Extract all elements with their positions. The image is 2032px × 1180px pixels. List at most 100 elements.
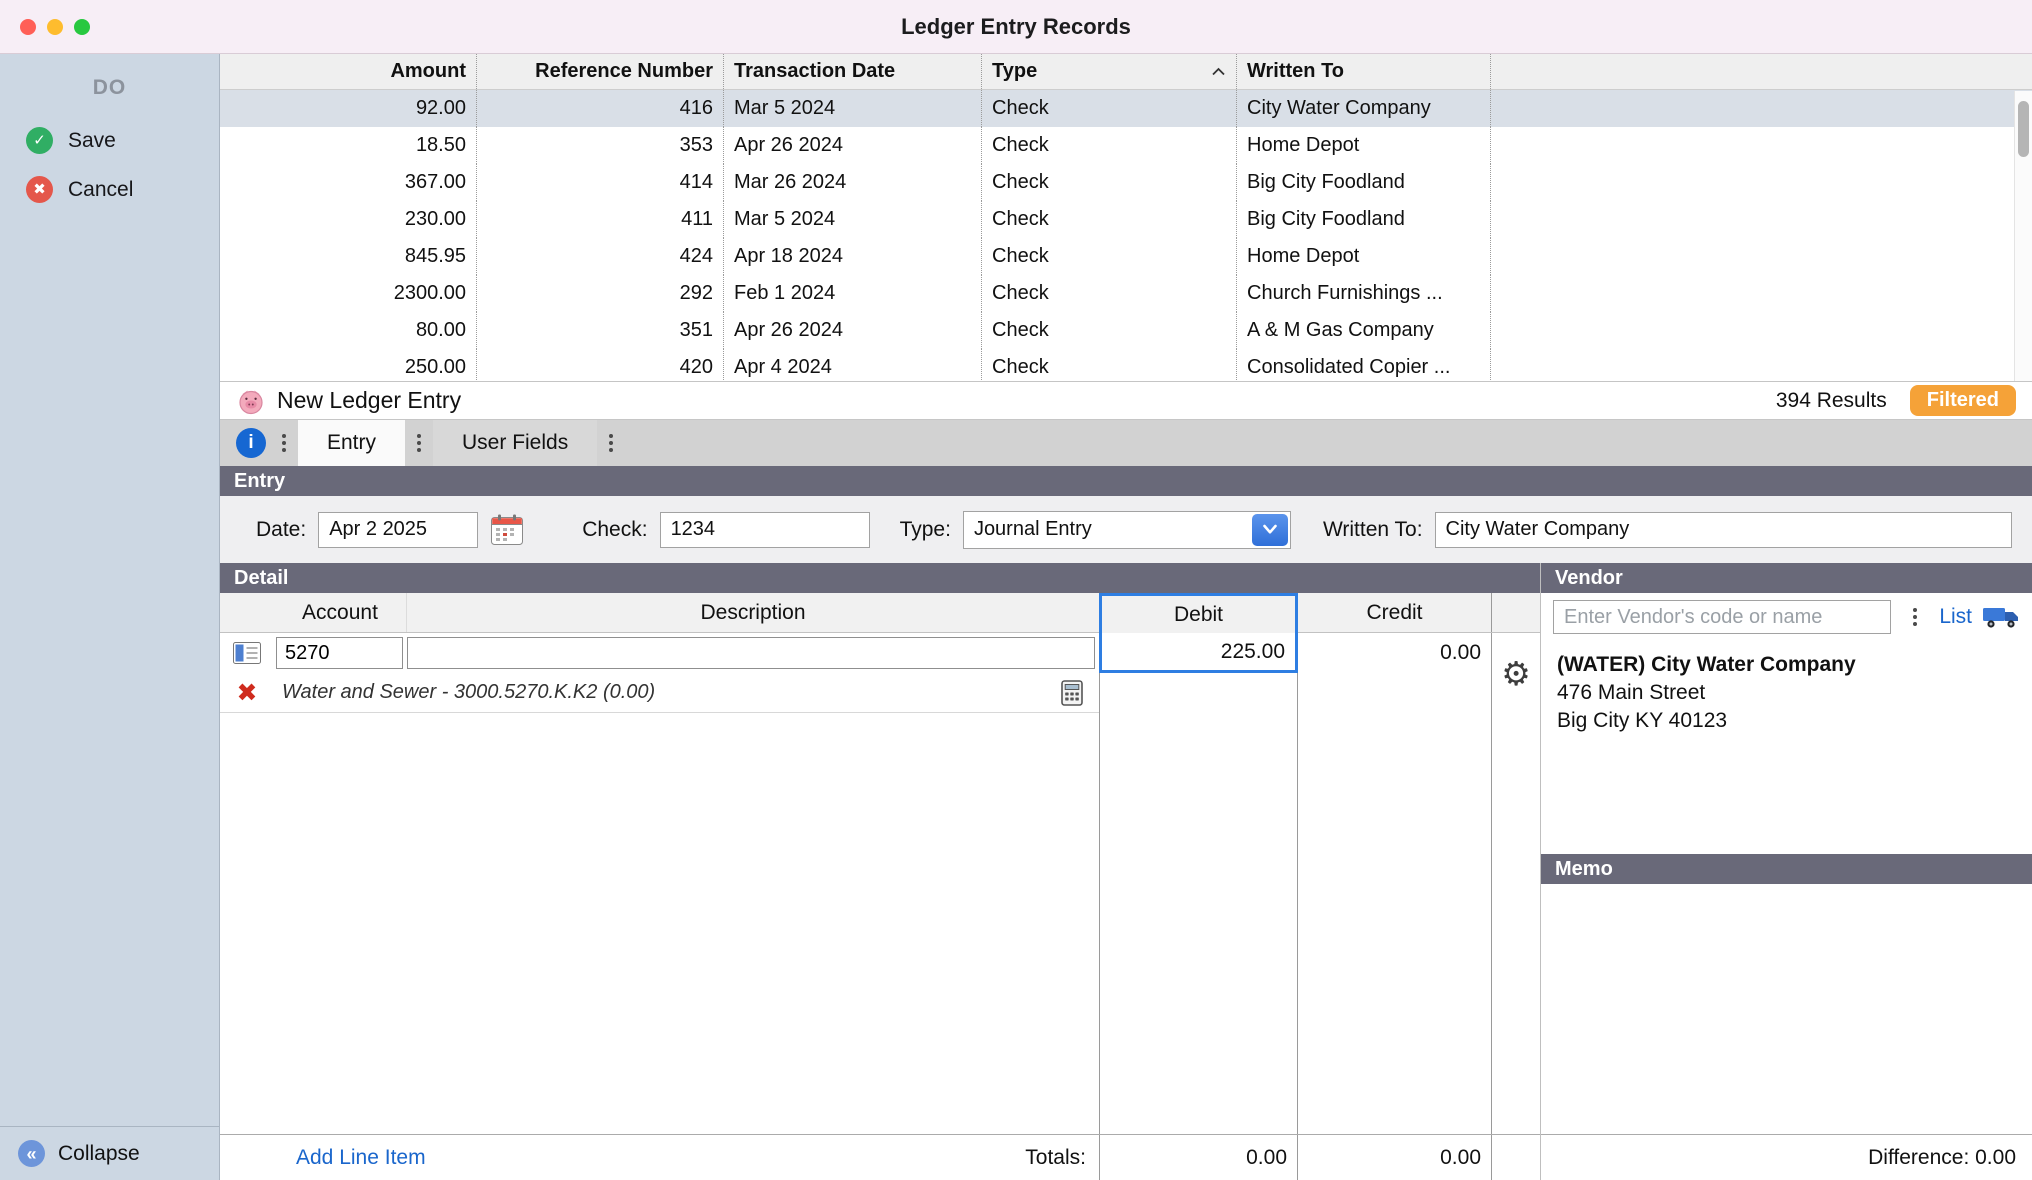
cancel-button-label: Cancel [68, 178, 133, 202]
sidebar-header: DO [0, 76, 219, 100]
cell-written-to: Home Depot [1237, 238, 1491, 275]
save-button[interactable]: ✓ Save [0, 116, 219, 165]
tab-entry[interactable]: Entry [298, 420, 405, 466]
cell-written-to: A & M Gas Company [1237, 312, 1491, 349]
account-input[interactable] [276, 637, 403, 669]
type-dropdown-value: Journal Entry [964, 518, 1250, 541]
page-title: New Ledger Entry [277, 387, 461, 414]
cell-date: Apr 18 2024 [724, 238, 982, 275]
cell-reference: 353 [477, 127, 724, 164]
cell-type: Check [982, 201, 1237, 238]
cell-date: Mar 5 2024 [724, 201, 982, 238]
sidebar: DO ✓ Save ✖ Cancel « Collapse [0, 54, 220, 1180]
menu-dots-icon[interactable] [1901, 593, 1929, 641]
calendar-icon[interactable] [486, 509, 528, 551]
table-row[interactable]: 80.00 351 Apr 26 2024 Check A & M Gas Co… [220, 312, 2032, 349]
menu-dots-icon[interactable] [597, 420, 625, 466]
window-controls [20, 0, 90, 53]
entry-form: Date: [220, 496, 2032, 563]
collapse-button[interactable]: « Collapse [0, 1126, 219, 1180]
table-row[interactable]: 230.00 411 Mar 5 2024 Check Big City Foo… [220, 201, 2032, 238]
column-header-type[interactable]: Type [982, 54, 1237, 89]
vendor-info: (WATER) City Water Company 476 Main Stre… [1541, 641, 2032, 735]
scrollbar-thumb[interactable] [2018, 101, 2029, 157]
memo-input[interactable] [1541, 884, 2032, 1134]
table-row[interactable]: 18.50 353 Apr 26 2024 Check Home Depot [220, 127, 2032, 164]
table-row[interactable]: 845.95 424 Apr 18 2024 Check Home Depot [220, 238, 2032, 275]
credit-total: 0.00 [1298, 1135, 1492, 1180]
cell-type: Check [982, 238, 1237, 275]
filtered-badge[interactable]: Filtered [1910, 385, 2016, 416]
delete-line-icon[interactable]: ✖ [220, 673, 274, 713]
detail-column-description[interactable]: Description [407, 593, 1099, 632]
menu-dots-icon[interactable] [270, 420, 298, 466]
vendor-address-line2: Big City KY 40123 [1557, 707, 2016, 735]
info-icon[interactable]: i [236, 428, 266, 458]
detail-section-header: Detail [220, 563, 1540, 593]
cancel-button[interactable]: ✖ Cancel [0, 165, 219, 214]
vendor-list-link[interactable]: List [1939, 605, 1972, 629]
journal-entry-icon[interactable] [233, 642, 261, 664]
scrollbar-track[interactable] [2014, 91, 2032, 381]
cell-reference: 420 [477, 349, 724, 382]
vendor-address-line1: 476 Main Street [1557, 679, 2016, 707]
gear-icon[interactable]: ⚙ [1492, 633, 1540, 713]
type-label: Type: [900, 518, 951, 542]
table-row[interactable]: 2300.00 292 Feb 1 2024 Check Church Furn… [220, 275, 2032, 312]
description-input[interactable] [407, 637, 1095, 669]
vendor-search-input[interactable] [1553, 600, 1891, 634]
add-line-item-button[interactable]: Add Line Item [296, 1146, 426, 1170]
cell-type: Check [982, 349, 1237, 382]
debit-cell-empty[interactable] [1099, 673, 1298, 713]
credit-cell-empty[interactable] [1298, 673, 1492, 713]
cell-reference: 416 [477, 90, 724, 127]
vendor-panel: Vendor List [1540, 563, 2032, 1180]
cell-type: Check [982, 164, 1237, 201]
titlebar: Ledger Entry Records [0, 0, 2032, 54]
table-row[interactable]: 250.00 420 Apr 4 2024 Check Consolidated… [220, 349, 2032, 382]
detail-column-account[interactable]: Account [274, 593, 407, 632]
detail-column-credit[interactable]: Credit [1298, 593, 1492, 632]
check-number-input[interactable] [660, 512, 870, 548]
truck-icon[interactable] [1982, 604, 2020, 630]
cell-date: Apr 26 2024 [724, 127, 982, 164]
menu-dots-icon[interactable] [405, 420, 433, 466]
tab-user-fields[interactable]: User Fields [433, 420, 597, 466]
cell-date: Apr 26 2024 [724, 312, 982, 349]
vendor-name: (WATER) City Water Company [1557, 651, 2016, 679]
column-header-written-to[interactable]: Written To [1237, 54, 1491, 89]
cell-amount: 18.50 [220, 127, 477, 164]
cell-type: Check [982, 275, 1237, 312]
status-bar: New Ledger Entry 394 Results Filtered [220, 382, 2032, 420]
column-header-reference-number[interactable]: Reference Number [477, 54, 724, 89]
x-icon: ✖ [26, 176, 53, 203]
difference-value: Difference: 0.00 [1868, 1146, 2016, 1170]
cell-reference: 351 [477, 312, 724, 349]
zoom-button[interactable] [74, 19, 90, 35]
window-title: Ledger Entry Records [901, 14, 1131, 40]
table-row[interactable]: 367.00 414 Mar 26 2024 Check Big City Fo… [220, 164, 2032, 201]
collapse-button-label: Collapse [58, 1142, 140, 1166]
calculator-icon[interactable] [1061, 680, 1083, 706]
cell-reference: 411 [477, 201, 724, 238]
cell-amount: 80.00 [220, 312, 477, 349]
written-to-input[interactable] [1435, 512, 2012, 548]
table-row[interactable]: 92.00 416 Mar 5 2024 Check City Water Co… [220, 90, 2032, 127]
debit-cell[interactable]: 225.00 [1099, 633, 1298, 673]
detail-panel: Detail Account Description Debit Credit [220, 563, 1540, 1180]
cell-written-to: City Water Company [1237, 90, 1491, 127]
column-header-transaction-date[interactable]: Transaction Date [724, 54, 982, 89]
cell-written-to: Church Furnishings ... [1237, 275, 1491, 312]
detail-column-debit[interactable]: Debit [1099, 593, 1298, 633]
date-input[interactable] [318, 512, 478, 548]
cell-type: Check [982, 312, 1237, 349]
credit-cell[interactable]: 0.00 [1298, 633, 1492, 673]
close-button[interactable] [20, 19, 36, 35]
minimize-button[interactable] [47, 19, 63, 35]
piggy-bank-icon [236, 386, 266, 416]
column-header-amount[interactable]: Amount [220, 54, 477, 89]
cell-written-to: Big City Foodland [1237, 201, 1491, 238]
records-table: Amount Reference Number Transaction Date… [220, 54, 2032, 382]
cell-amount: 92.00 [220, 90, 477, 127]
type-dropdown[interactable]: Journal Entry [963, 511, 1291, 549]
